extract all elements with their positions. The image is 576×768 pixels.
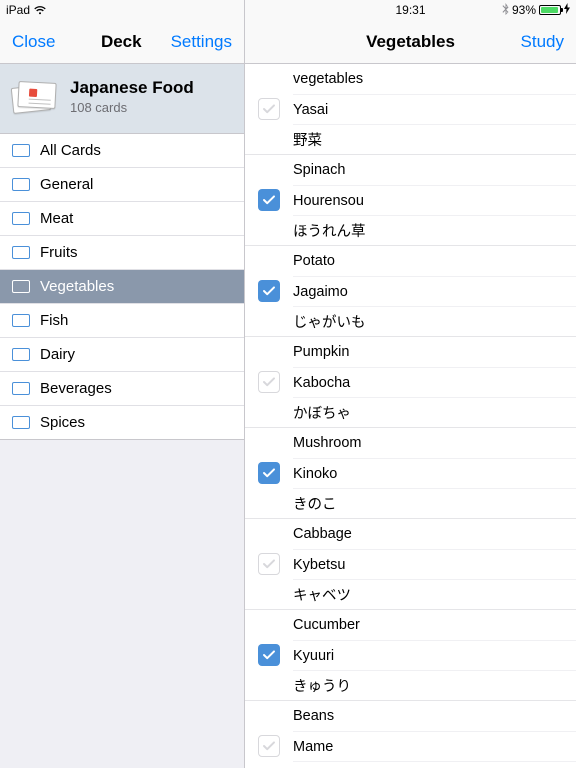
sidebar-item[interactable]: Fish xyxy=(0,304,244,338)
status-time: 19:31 xyxy=(245,3,576,17)
sidebar-item[interactable]: Fruits xyxy=(0,236,244,270)
cards-icon xyxy=(12,348,30,361)
card-checkbox[interactable] xyxy=(258,462,280,484)
card-line: vegetables xyxy=(293,64,576,94)
card-line: かぼちゃ xyxy=(293,397,576,427)
card-checkbox[interactable] xyxy=(258,189,280,211)
deck-header[interactable]: Japanese Food 108 cards xyxy=(0,64,244,134)
sidebar-item-label: Dairy xyxy=(40,346,75,363)
card-group[interactable]: PotatoJagaimoじゃがいも xyxy=(245,246,576,337)
card-checkbox[interactable] xyxy=(258,280,280,302)
sidebar-item-label: Vegetables xyxy=(40,278,114,295)
card-line: Mushroom xyxy=(293,428,576,458)
card-line: Kabocha xyxy=(293,367,576,397)
deck-subtitle: 108 cards xyxy=(70,100,194,115)
sidebar-item[interactable]: Meat xyxy=(0,202,244,236)
card-line: ほうれん草 xyxy=(293,215,576,245)
sidebar-item-label: General xyxy=(40,176,93,193)
card-line: Yasai xyxy=(293,94,576,124)
category-list: All Cards General Meat Fruits Vegetables Fish… xyxy=(0,134,244,440)
deck-icon xyxy=(12,80,58,114)
settings-button[interactable]: Settings xyxy=(171,32,232,52)
card-line: 野菜 xyxy=(293,124,576,154)
sidebar-title: Deck xyxy=(72,32,171,52)
card-checkbox[interactable] xyxy=(258,644,280,666)
card-line: Pumpkin xyxy=(293,337,576,367)
card-checkbox[interactable] xyxy=(258,98,280,120)
card-checkbox[interactable] xyxy=(258,735,280,757)
card-line: Mame xyxy=(293,731,576,761)
card-group[interactable]: vegetablesYasai野菜 xyxy=(245,64,576,155)
sidebar-item[interactable]: Dairy xyxy=(0,338,244,372)
sidebar-item[interactable]: Beverages xyxy=(0,372,244,406)
card-line: Jagaimo xyxy=(293,276,576,306)
card-line: Spinach xyxy=(293,155,576,185)
status-bar: iPad xyxy=(0,0,244,20)
card-line: Cabbage xyxy=(293,519,576,549)
cards-icon xyxy=(12,382,30,395)
sidebar-item-label: All Cards xyxy=(40,142,101,159)
sidebar-navbar: Close Deck Settings xyxy=(0,20,244,64)
study-button[interactable]: Study xyxy=(504,32,564,52)
main-title: Vegetables xyxy=(317,32,504,52)
card-group[interactable]: SpinachHourensouほうれん草 xyxy=(245,155,576,246)
card-line: Kybetsu xyxy=(293,549,576,579)
card-group[interactable]: PumpkinKabochaかぼちゃ xyxy=(245,337,576,428)
card-group[interactable]: MushroomKinokoきのこ xyxy=(245,428,576,519)
sidebar-item-label: Meat xyxy=(40,210,73,227)
card-checkbox[interactable] xyxy=(258,553,280,575)
cards-icon xyxy=(12,144,30,157)
sidebar-item[interactable]: Spices xyxy=(0,406,244,440)
sidebar-item[interactable]: Vegetables xyxy=(0,270,244,304)
card-line: Cucumber xyxy=(293,610,576,640)
cards-icon xyxy=(12,280,30,293)
main-panel: 19:31 93% Vegetables Study vegetablesYas… xyxy=(245,0,576,768)
card-line: Beans xyxy=(293,701,576,731)
sidebar: iPad Close Deck Settings Japanese Food 1… xyxy=(0,0,245,768)
cards-icon xyxy=(12,178,30,191)
sidebar-item[interactable]: All Cards xyxy=(0,134,244,168)
card-checkbox[interactable] xyxy=(258,371,280,393)
card-line: キャベツ xyxy=(293,579,576,609)
sidebar-item-label: Spices xyxy=(40,414,85,431)
sidebar-item-label: Fruits xyxy=(40,244,78,261)
cards-icon xyxy=(12,416,30,429)
card-list[interactable]: vegetablesYasai野菜SpinachHourensouほうれん草Po… xyxy=(245,64,576,768)
deck-title: Japanese Food xyxy=(70,78,194,98)
card-line: Hourensou xyxy=(293,185,576,215)
main-navbar: Vegetables Study xyxy=(245,20,576,64)
sidebar-item-label: Fish xyxy=(40,312,68,329)
battery-icon xyxy=(539,5,561,15)
card-group[interactable]: CabbageKybetsuキャベツ xyxy=(245,519,576,610)
card-line: じゃがいも xyxy=(293,306,576,336)
card-line: きのこ xyxy=(293,488,576,518)
cards-icon xyxy=(12,212,30,225)
card-line: 豆 xyxy=(293,761,576,768)
close-button[interactable]: Close xyxy=(12,32,72,52)
cards-icon xyxy=(12,246,30,259)
sidebar-item[interactable]: General xyxy=(0,168,244,202)
card-line: Kyuuri xyxy=(293,640,576,670)
card-line: Potato xyxy=(293,246,576,276)
cards-icon xyxy=(12,314,30,327)
wifi-icon xyxy=(34,6,46,15)
status-bar-right: 19:31 93% xyxy=(245,0,576,20)
device-label: iPad xyxy=(6,3,30,17)
card-line: Kinoko xyxy=(293,458,576,488)
sidebar-item-label: Beverages xyxy=(40,380,112,397)
card-line: きゅうり xyxy=(293,670,576,700)
card-group[interactable]: BeansMame豆 xyxy=(245,701,576,768)
card-group[interactable]: CucumberKyuuriきゅうり xyxy=(245,610,576,701)
